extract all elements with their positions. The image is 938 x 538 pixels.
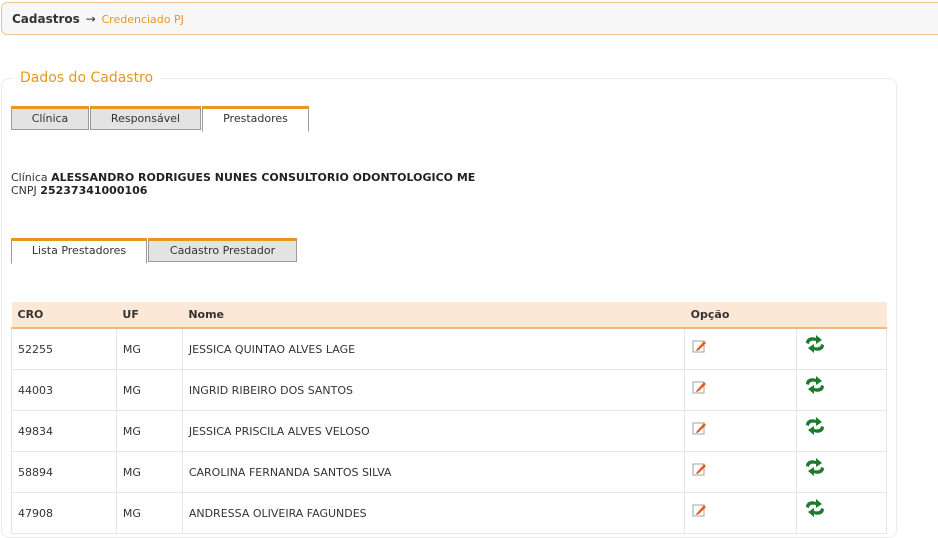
col-header-blank [796, 302, 887, 329]
cell-edit [684, 327, 798, 370]
swap-arrows-icon[interactable] [803, 375, 827, 394]
cell-swap [796, 327, 887, 370]
breadcrumb-arrow: → [85, 12, 96, 26]
swap-arrows-icon[interactable] [803, 498, 827, 517]
edit-pencil-icon[interactable] [691, 502, 707, 518]
cell-nome: JESSICA QUINTAO ALVES LAGE [181, 327, 686, 370]
clinic-info: Clínica ALESSANDRO RODRIGUES NUNES CONSU… [11, 171, 475, 197]
edit-pencil-icon[interactable] [691, 461, 707, 477]
edit-pencil-icon[interactable] [691, 338, 707, 354]
cell-cro: 47908 [11, 492, 117, 534]
col-header-cro: CRO [11, 302, 117, 329]
cell-swap [796, 369, 887, 411]
swap-arrows-icon[interactable] [803, 416, 827, 435]
cnpj-line: CNPJ 25237341000106 [11, 184, 475, 197]
tab-prestadores[interactable]: Prestadores [202, 106, 309, 132]
col-header-nome: Nome [182, 302, 685, 329]
cell-uf: MG [115, 451, 183, 493]
cell-cro: 49834 [11, 410, 117, 452]
col-header-uf: UF [116, 302, 183, 329]
cell-cro: 44003 [11, 369, 117, 411]
cell-uf: MG [115, 327, 183, 370]
cell-edit [684, 492, 798, 534]
clinic-name: ALESSANDRO RODRIGUES NUNES CONSULTORIO O… [51, 171, 476, 184]
cell-nome: JESSICA PRISCILA ALVES VELOSO [181, 410, 686, 452]
table-row: 52255 MG JESSICA QUINTAO ALVES LAGE [11, 327, 887, 370]
cell-swap [796, 492, 887, 534]
cell-nome: ANDRESSA OLIVEIRA FAGUNDES [181, 492, 686, 534]
table-row: 58894 MG CAROLINA FERNANDA SANTOS SILVA [11, 451, 887, 493]
clinic-line: Clínica ALESSANDRO RODRIGUES NUNES CONSU… [11, 171, 475, 184]
clinic-label: Clínica [11, 171, 48, 184]
tab-clinica[interactable]: Clínica [11, 106, 89, 130]
tab-responsavel[interactable]: Responsável [90, 106, 201, 130]
breadcrumb-root[interactable]: Cadastros [12, 12, 80, 26]
cell-edit [684, 451, 798, 493]
tab-lista-prestadores[interactable]: Lista Prestadores [11, 238, 147, 264]
cell-swap [796, 451, 887, 493]
breadcrumb-current: Credenciado PJ [101, 13, 184, 26]
table-header-row: CRO UF Nome Opção [11, 302, 887, 329]
cell-swap [796, 410, 887, 452]
tab-cadastro-prestador[interactable]: Cadastro Prestador [148, 238, 297, 262]
cnpj-label: CNPJ [11, 184, 37, 197]
edit-pencil-icon[interactable] [691, 379, 707, 395]
swap-arrows-icon[interactable] [803, 334, 827, 353]
swap-arrows-icon[interactable] [803, 457, 827, 476]
cell-uf: MG [115, 369, 183, 411]
cell-cro: 52255 [11, 327, 117, 370]
panel-legend: Dados do Cadastro [13, 68, 161, 88]
cell-uf: MG [115, 492, 183, 534]
table-row: 44003 MG INGRID RIBEIRO DOS SANTOS [11, 369, 887, 411]
cnpj-value: 25237341000106 [40, 184, 148, 197]
col-header-opcao: Opção [684, 302, 797, 329]
cell-cro: 58894 [11, 451, 117, 493]
prestadores-table: CRO UF Nome Opção 52255 MG JESSICA QUINT… [11, 302, 887, 534]
table-row: 47908 MG ANDRESSA OLIVEIRA FAGUNDES [11, 492, 887, 534]
cell-edit [684, 410, 798, 452]
breadcrumb: Cadastros → Credenciado PJ [1, 2, 938, 35]
cell-nome: INGRID RIBEIRO DOS SANTOS [181, 369, 686, 411]
cell-nome: CAROLINA FERNANDA SANTOS SILVA [181, 451, 686, 493]
edit-pencil-icon[interactable] [691, 420, 707, 436]
cell-edit [684, 369, 798, 411]
cell-uf: MG [115, 410, 183, 452]
table-row: 49834 MG JESSICA PRISCILA ALVES VELOSO [11, 410, 887, 452]
